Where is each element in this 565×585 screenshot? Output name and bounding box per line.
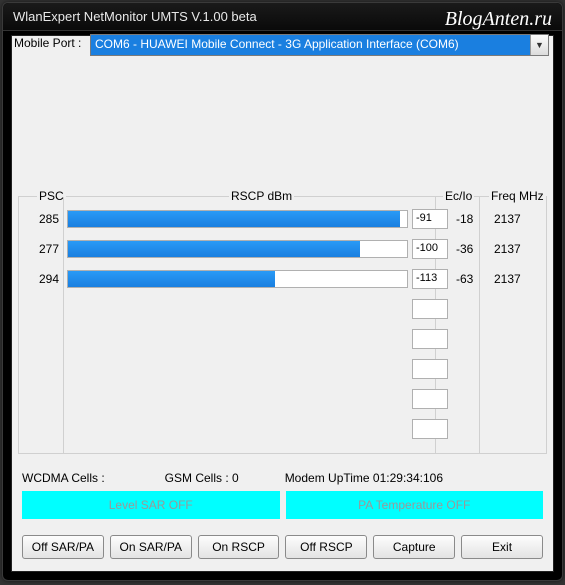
divider xyxy=(435,197,436,453)
chevron-down-icon[interactable]: ▼ xyxy=(530,35,548,55)
off-sar-pa-button[interactable]: Off SAR/PA xyxy=(22,535,104,559)
watermark: BlogAnten.ru xyxy=(445,5,552,33)
app-window: WlanExpert NetMonitor UMTS V.1.00 beta B… xyxy=(2,2,563,581)
psc-value: 277 xyxy=(23,242,63,256)
port-selected-value: COM6 - HUAWEI Mobile Connect - 3G Applic… xyxy=(91,35,530,55)
signal-row: 294 -113-632137 xyxy=(23,267,542,291)
rscp-bar xyxy=(67,270,408,288)
rscp-bar-fill xyxy=(68,241,360,257)
indicator-row: Level SAR OFF PA Temperature OFF xyxy=(22,491,543,519)
signal-row xyxy=(23,297,542,321)
modem-uptime-label: Modem UpTime 01:29:34:106 xyxy=(285,471,443,485)
gsm-cells-label: GSM Cells : 0 xyxy=(165,471,239,485)
freq-value: 2137 xyxy=(488,242,542,256)
rscp-value xyxy=(412,389,448,409)
ecio-value: -36 xyxy=(448,242,488,256)
button-row: Off SAR/PA On SAR/PA On RSCP Off RSCP Ca… xyxy=(22,535,543,559)
rscp-value: -113 xyxy=(412,269,448,289)
exit-button[interactable]: Exit xyxy=(461,535,543,559)
rscp-value xyxy=(412,329,448,349)
on-sar-pa-button[interactable]: On SAR/PA xyxy=(110,535,192,559)
psc-value: 285 xyxy=(23,212,63,226)
signal-row xyxy=(23,387,542,411)
capture-button[interactable]: Capture xyxy=(373,535,455,559)
signal-row xyxy=(23,417,542,441)
port-group: Mobile Port : COM6 - HUAWEI Mobile Conne… xyxy=(12,36,553,62)
divider xyxy=(479,197,480,453)
rscp-bar xyxy=(67,210,408,228)
on-rscp-button[interactable]: On RSCP xyxy=(198,535,280,559)
rscp-value xyxy=(412,419,448,439)
rscp-value xyxy=(412,299,448,319)
rscp-value xyxy=(412,359,448,379)
psc-value: 294 xyxy=(23,272,63,286)
port-select[interactable]: COM6 - HUAWEI Mobile Connect - 3G Applic… xyxy=(90,34,549,56)
col-header-psc: PSC xyxy=(37,189,66,203)
status-row: WCDMA Cells : GSM Cells : 0 Modem UpTime… xyxy=(22,471,543,485)
divider xyxy=(63,197,64,453)
rscp-bar xyxy=(67,240,408,258)
rscp-value: -91 xyxy=(412,209,448,229)
signal-row: 277 -100-362137 xyxy=(23,237,542,261)
signal-row: 285 -91-182137 xyxy=(23,207,542,231)
off-rscp-button[interactable]: Off RSCP xyxy=(285,535,367,559)
wcdma-cells-label: WCDMA Cells : xyxy=(22,471,105,485)
port-label: Mobile Port : xyxy=(14,36,81,50)
freq-value: 2137 xyxy=(488,272,542,286)
freq-value: 2137 xyxy=(488,212,542,226)
level-sar-indicator: Level SAR OFF xyxy=(22,491,280,519)
col-header-ecio: Ec/Io xyxy=(443,189,474,203)
col-header-rscp: RSCP dBm xyxy=(229,189,294,203)
signal-row xyxy=(23,357,542,381)
window-title: WlanExpert NetMonitor UMTS V.1.00 beta xyxy=(13,9,257,24)
col-header-freq: Freq MHz xyxy=(489,189,546,203)
ecio-value: -63 xyxy=(448,272,488,286)
ecio-value: -18 xyxy=(448,212,488,226)
client-area: Mobile Port : COM6 - HUAWEI Mobile Conne… xyxy=(11,35,554,572)
rscp-value: -100 xyxy=(412,239,448,259)
rscp-bar-fill xyxy=(68,271,275,287)
signal-row xyxy=(23,327,542,351)
rscp-bar-fill xyxy=(68,211,400,227)
pa-temperature-indicator: PA Temperature OFF xyxy=(286,491,544,519)
signal-grid: PSC RSCP dBm Ec/Io Freq MHz 285-91-18213… xyxy=(18,196,547,454)
